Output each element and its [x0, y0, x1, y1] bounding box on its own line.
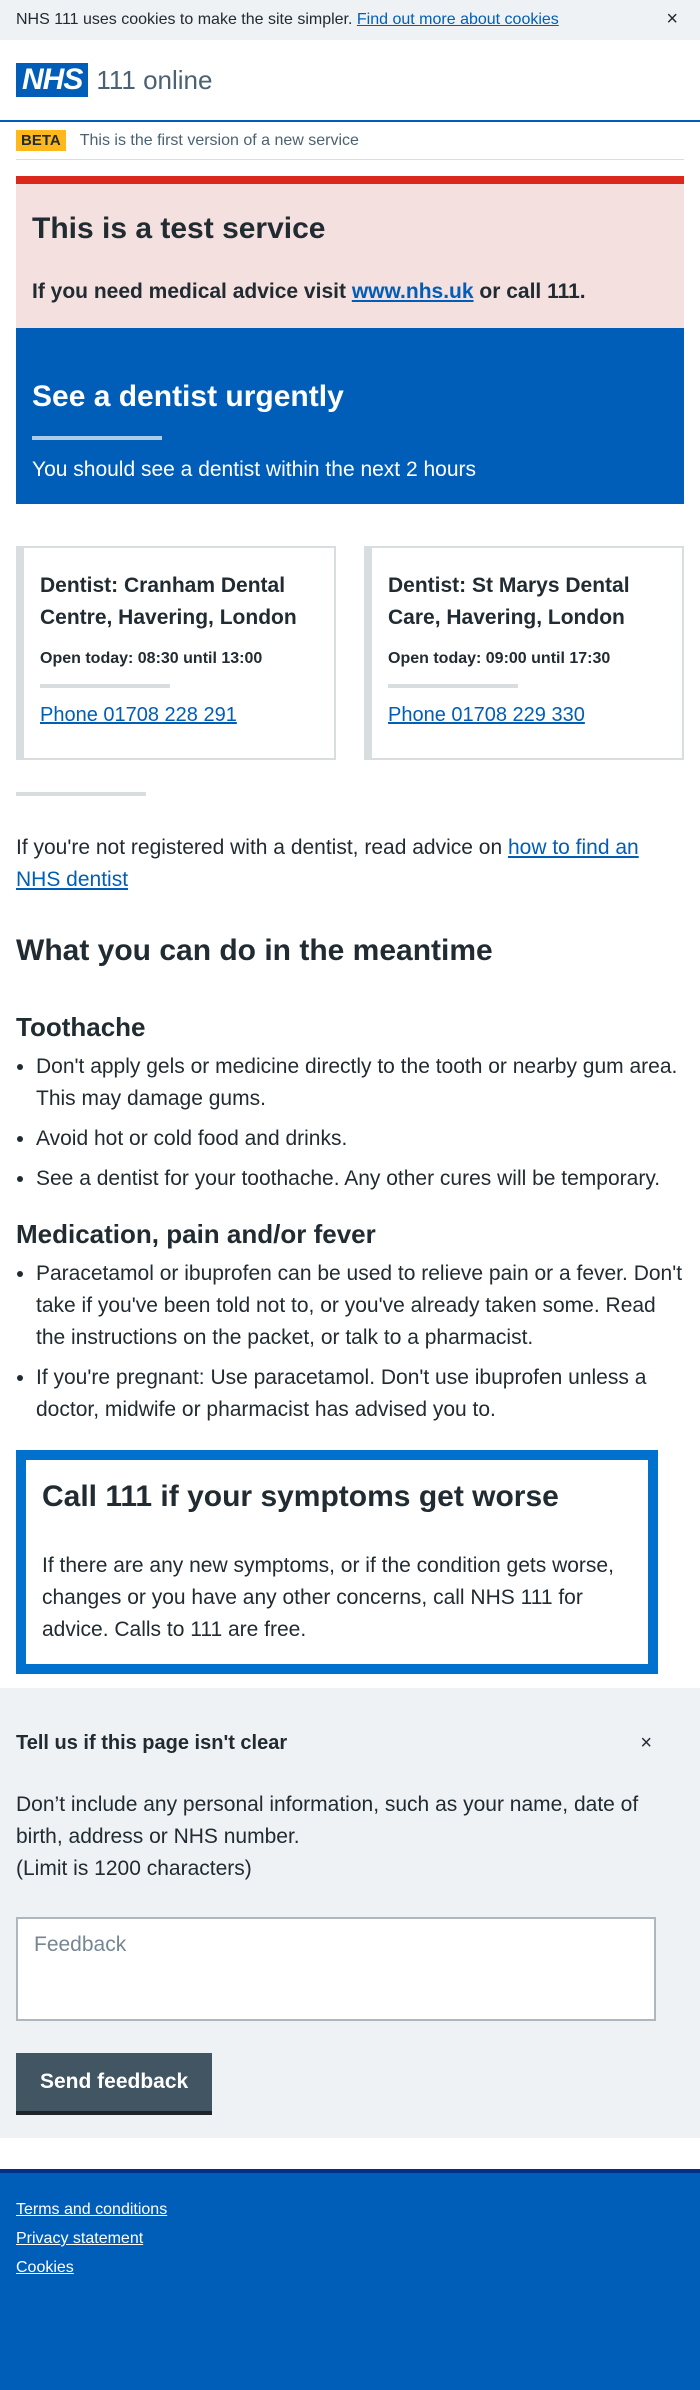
cookie-text: NHS 111 uses cookies to make the site si…: [16, 11, 353, 28]
card-divider: [40, 684, 170, 688]
list-item: Don't apply gels or medicine directly to…: [36, 1051, 684, 1115]
service-card: Dentist: Cranham Dental Centre, Havering…: [16, 546, 336, 760]
beta-text: This is the first version of a new servi…: [79, 131, 359, 149]
service-cards: Dentist: Cranham Dental Centre, Havering…: [16, 546, 684, 760]
list-item: Avoid hot or cold food and drinks.: [36, 1123, 684, 1155]
medication-list: Paracetamol or ibuprofen can be used to …: [16, 1258, 684, 1426]
beta-banner: BETA This is the first version of a new …: [16, 122, 684, 160]
medication-heading: Medication, pain and/or fever: [16, 1219, 376, 1249]
service-card: Dentist: St Marys Dental Care, Havering,…: [364, 546, 684, 760]
hero-divider: [32, 436, 162, 440]
phone-link[interactable]: Phone 01708 229 330: [388, 704, 585, 726]
feedback-panel: Tell us if this page isn't clear × Don’t…: [0, 1688, 700, 2138]
callout-text: If there are any new symptoms, or if the…: [42, 1554, 614, 1641]
nhs-logo[interactable]: NHS: [16, 63, 89, 97]
site-header: NHS 111 online: [0, 40, 700, 122]
page-title: See a dentist urgently: [32, 380, 344, 413]
feedback-input[interactable]: [16, 1917, 656, 2021]
section-divider: [16, 792, 146, 796]
close-icon[interactable]: ×: [666, 8, 678, 31]
service-name: 111 online: [96, 64, 213, 95]
test-banner-title: This is a test service: [32, 212, 326, 245]
nhs-uk-link[interactable]: www.nhs.uk: [352, 280, 474, 303]
close-icon[interactable]: ×: [640, 1732, 652, 1755]
result-hero: See a dentist urgently You should see a …: [16, 328, 684, 504]
list-item: See a dentist for your toothache. Any ot…: [36, 1163, 684, 1195]
site-footer: Terms and conditions Privacy statement C…: [0, 2169, 700, 2390]
toothache-heading: Toothache: [16, 1012, 146, 1042]
not-registered-text: If you're not registered with a dentist,…: [16, 836, 639, 891]
feedback-limit: (Limit is 1200 characters): [16, 1857, 252, 1880]
meantime-heading: What you can do in the meantime: [16, 934, 493, 967]
opening-hours: Open today: 09:00 until 17:30: [388, 650, 611, 667]
beta-tag: BETA: [16, 130, 66, 151]
callout-title: Call 111 if your symptoms get worse: [42, 1480, 559, 1513]
send-feedback-button[interactable]: Send feedback: [16, 2053, 213, 2111]
list-item: Paracetamol or ibuprofen can be used to …: [36, 1258, 684, 1354]
cookie-info-link[interactable]: Find out more about cookies: [357, 11, 559, 29]
toothache-list: Don't apply gels or medicine directly to…: [16, 1051, 684, 1195]
footer-link-cookies[interactable]: Cookies: [16, 2259, 684, 2277]
hero-subtitle: You should see a dentist within the next…: [32, 458, 477, 481]
service-name: Dentist: St Marys Dental Care, Havering,…: [388, 574, 630, 629]
cookie-banner: NHS 111 uses cookies to make the site si…: [0, 0, 700, 40]
service-name: Dentist: Cranham Dental Centre, Havering…: [40, 574, 297, 629]
feedback-title: Tell us if this page isn't clear: [16, 1732, 288, 1754]
opening-hours: Open today: 08:30 until 13:00: [40, 650, 263, 667]
test-service-banner: This is a test service If you need medic…: [16, 176, 684, 328]
list-item: If you're pregnant: Use paracetamol. Don…: [36, 1362, 684, 1426]
card-divider: [388, 684, 518, 688]
feedback-hint: Don’t include any personal information, …: [16, 1793, 639, 1880]
test-banner-text: If you need medical advice visit www.nhs…: [32, 280, 586, 303]
worsening-callout: Call 111 if your symptoms get worse If t…: [16, 1450, 658, 1674]
footer-link-terms[interactable]: Terms and conditions: [16, 2201, 684, 2219]
phone-link[interactable]: Phone 01708 228 291: [40, 704, 237, 726]
footer-link-privacy[interactable]: Privacy statement: [16, 2230, 684, 2248]
